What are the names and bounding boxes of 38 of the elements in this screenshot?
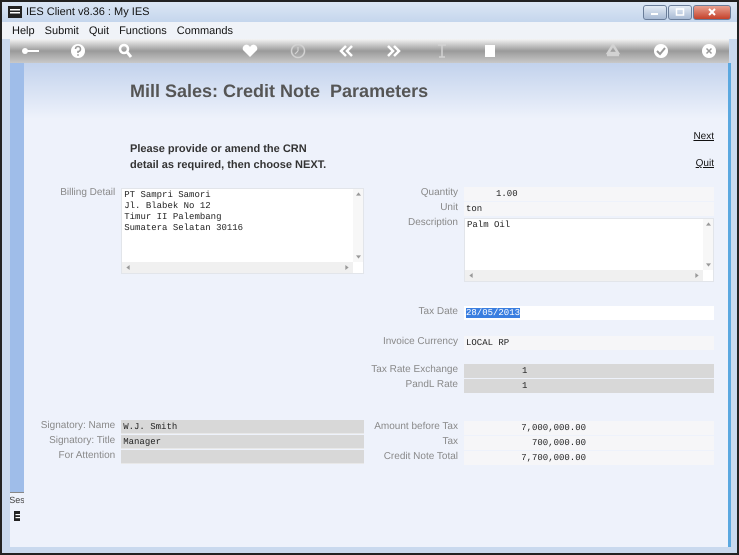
field-label: Amount before Tax — [373, 421, 459, 432]
field-label: Description — [406, 217, 459, 228]
window-title: IES Client v8.36 : My IES — [26, 6, 150, 18]
field-label: Credit Note Total — [382, 451, 459, 462]
menu-item[interactable]: Submit — [44, 24, 79, 36]
field-label: Signatory: Name — [40, 420, 116, 431]
menu-item[interactable]: Help — [12, 24, 35, 36]
page-title: Mill Sales: Credit Note Parameters — [130, 80, 428, 102]
input-field[interactable]: 1 — [464, 379, 714, 393]
field-label: Quantity — [420, 187, 459, 198]
field-label: Tax — [441, 436, 459, 447]
input-field[interactable]: LOCAL RP — [464, 336, 714, 350]
field-label: PandL Rate — [404, 379, 459, 390]
field-label: For Attention — [58, 450, 116, 461]
field-label: Signatory: Title — [48, 435, 116, 446]
menu-item[interactable]: Commands — [176, 24, 234, 36]
input-field[interactable]: Manager — [121, 435, 364, 449]
description-field[interactable]: Palm Oil — [464, 218, 714, 282]
input-field[interactable]: 7,700,000.00 — [464, 451, 714, 465]
nav-link[interactable]: Quit — [696, 158, 714, 169]
instruction-text: Please provide or amend the CRN — [130, 143, 308, 155]
input-field[interactable]: 7,000,000.00 — [464, 421, 714, 435]
billing-detail-field[interactable]: PT Sampri Samori Jl. Blabek No 12 Timur II Palembang Sumatera Selatan 30116 — [121, 188, 364, 274]
field-label: Invoice Currency — [382, 336, 459, 347]
input-field[interactable]: 1.00 — [464, 187, 714, 201]
input-field[interactable]: 700,000.00 — [464, 436, 714, 450]
field-label: Billing Detail — [59, 187, 116, 198]
menu-item[interactable]: Functions — [119, 24, 167, 36]
input-field[interactable]: W.J. Smith — [121, 420, 364, 434]
input-field[interactable]: ton — [464, 202, 714, 216]
instruction-text: detail as required, then choose NEXT. — [130, 159, 326, 171]
input-field[interactable]: 1 — [464, 364, 714, 378]
field-label: Tax Rate Exchange — [370, 364, 459, 375]
field-label: Unit — [439, 202, 459, 213]
field-label: Tax Date — [418, 306, 459, 317]
nav-link[interactable]: Next — [693, 131, 714, 142]
menu-item[interactable]: Quit — [88, 24, 110, 36]
date-field[interactable]: 28/05/2013 — [464, 306, 714, 320]
